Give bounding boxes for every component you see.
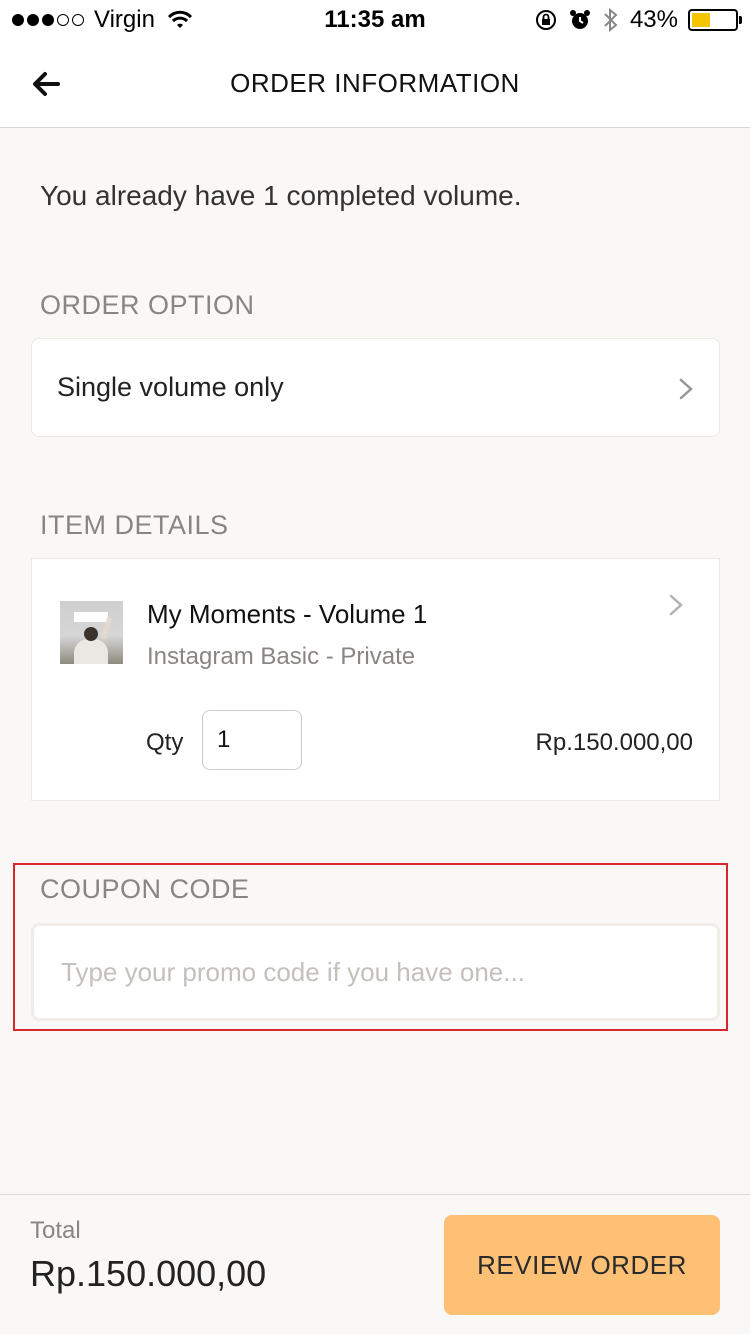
item-details-heading: ITEM DETAILS [40, 510, 229, 540]
battery-icon [688, 9, 742, 31]
battery-level [692, 13, 711, 27]
order-option-heading: ORDER OPTION [40, 290, 255, 320]
order-option-selector[interactable]: Single volume only [31, 338, 720, 437]
battery-percent: 43% [629, 6, 678, 33]
thumbnail-label [74, 612, 108, 622]
qty-label: Qty [146, 729, 184, 756]
thumbnail-head [84, 627, 98, 641]
order-footer: Total Rp.150.000,00 REVIEW ORDER [0, 1194, 750, 1334]
nav-bar: ORDER INFORMATION [0, 40, 750, 128]
total-value: Rp.150.000,00 [30, 1253, 267, 1294]
item-subtitle: Instagram Basic - Private [147, 643, 416, 670]
coupon-code-input[interactable] [31, 923, 720, 1021]
orientation-lock-icon [535, 10, 556, 30]
review-order-button[interactable]: REVIEW ORDER [444, 1215, 720, 1315]
qty-input[interactable] [202, 710, 302, 770]
completed-volume-info: You already have 1 completed volume. [40, 180, 522, 211]
page-title: ORDER INFORMATION [230, 68, 520, 98]
item-title: My Moments - Volume 1 [147, 599, 428, 629]
chevron-right-icon [679, 378, 693, 400]
total-label: Total [30, 1217, 81, 1244]
item-thumbnail[interactable] [60, 601, 123, 664]
alarm-icon [569, 10, 590, 29]
thumbnail-person [74, 639, 108, 664]
bluetooth-icon [604, 7, 618, 33]
chevron-right-icon[interactable] [668, 593, 684, 617]
item-card: My Moments - Volume 1 Instagram Basic - … [31, 558, 720, 801]
item-price: Rp.150.000,00 [535, 729, 693, 756]
coupon-code-heading: COUPON CODE [40, 874, 250, 904]
order-option-value: Single volume only [57, 372, 284, 402]
status-right: 43% [534, 6, 742, 34]
status-bar: Virgin 11:35 am 43% [0, 0, 750, 40]
